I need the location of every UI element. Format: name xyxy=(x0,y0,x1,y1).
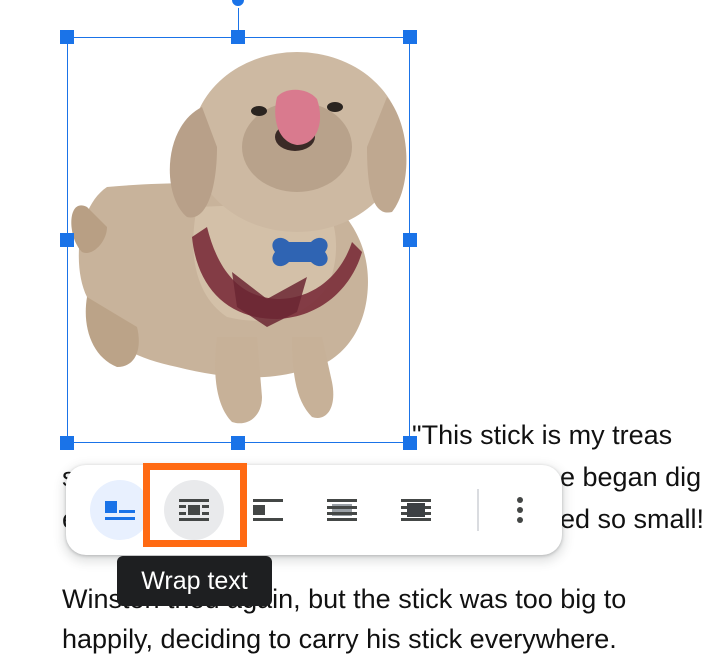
doc-text-line-5: happily, deciding to carry his stick eve… xyxy=(62,624,617,654)
in-front-of-text-icon xyxy=(401,499,431,521)
break-text-icon xyxy=(253,499,283,521)
more-vert-icon xyxy=(517,497,523,523)
image-selection-frame xyxy=(67,37,410,443)
resize-handle-top-left[interactable] xyxy=(60,30,74,44)
in-line-button[interactable] xyxy=(90,480,150,540)
behind-text-icon xyxy=(327,499,357,521)
more-options-button[interactable] xyxy=(490,480,550,540)
in-line-icon xyxy=(105,501,135,520)
resize-handle-bottom-left[interactable] xyxy=(60,436,74,450)
resize-handle-top-center[interactable] xyxy=(231,30,245,44)
break-text-button[interactable] xyxy=(238,480,298,540)
toolbar-divider xyxy=(477,489,479,531)
resize-handle-middle-right[interactable] xyxy=(403,233,417,247)
resize-handle-top-right[interactable] xyxy=(403,30,417,44)
behind-text-button[interactable] xyxy=(312,480,372,540)
in-front-of-text-button[interactable] xyxy=(386,480,446,540)
doc-text-line-3-right: ed so small! xyxy=(560,504,705,534)
doc-text-line-2-right: e began dig xyxy=(560,462,702,492)
resize-handle-bottom-right[interactable] xyxy=(403,436,417,450)
doc-text-line-1: "This stick is my treas xyxy=(412,420,673,450)
rotate-handle[interactable] xyxy=(230,0,246,8)
resize-handle-bottom-center[interactable] xyxy=(231,436,245,450)
wrap-text-tooltip: Wrap text xyxy=(117,556,272,606)
annotation-highlight-box xyxy=(143,463,247,547)
image-wrap-toolbar xyxy=(66,465,562,555)
resize-handle-middle-left[interactable] xyxy=(60,233,74,247)
